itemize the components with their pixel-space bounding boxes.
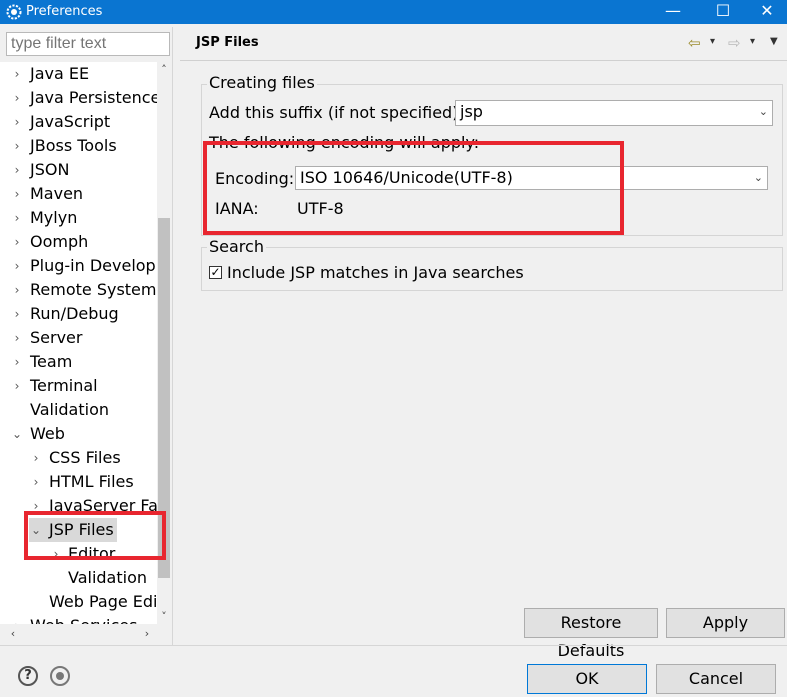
expand-icon[interactable]: › bbox=[11, 254, 23, 278]
include-jsp-checkbox[interactable]: ✓ bbox=[209, 266, 222, 279]
expand-icon[interactable]: › bbox=[11, 326, 23, 350]
expand-icon[interactable]: › bbox=[11, 302, 23, 326]
expand-icon[interactable]: › bbox=[11, 158, 23, 182]
tree-item-label: Oomph bbox=[30, 232, 89, 251]
title-bar[interactable]: Preferences — ☐ ✕ bbox=[0, 0, 787, 24]
expand-icon[interactable]: › bbox=[11, 182, 23, 206]
tree-item-label: Remote Systems bbox=[30, 280, 157, 299]
expand-icon[interactable]: › bbox=[11, 374, 23, 398]
tree-item-run-debug[interactable]: › Run/Debug bbox=[0, 302, 157, 326]
apply-button[interactable]: Apply bbox=[666, 608, 785, 638]
expand-icon[interactable]: › bbox=[11, 62, 23, 86]
help-icon[interactable]: ? bbox=[18, 666, 38, 686]
tree-item-validation[interactable]: Validation bbox=[0, 398, 157, 422]
tree-item-css-files[interactable]: › CSS Files bbox=[0, 446, 157, 470]
tree-item-label: Plug-in Development bbox=[30, 256, 157, 275]
restore-defaults-button[interactable]: Restore Defaults bbox=[524, 608, 658, 660]
header-separator bbox=[180, 60, 787, 61]
tree-item-label: JavaScript bbox=[30, 112, 111, 131]
expand-icon[interactable]: › bbox=[11, 206, 23, 230]
tree-item-remote-systems[interactable]: › Remote Systems bbox=[0, 278, 157, 302]
tree-item-label: JBoss Tools bbox=[30, 136, 117, 155]
tree-item-label: Validation bbox=[68, 568, 148, 587]
tree-item-label: Server bbox=[30, 328, 83, 347]
eclipse-gear-icon bbox=[6, 4, 22, 20]
expand-icon[interactable]: › bbox=[30, 470, 42, 494]
scroll-right-icon[interactable]: › bbox=[140, 626, 154, 642]
highlight-box-tree bbox=[24, 511, 166, 560]
tree-item-javascript[interactable]: › JavaScript bbox=[0, 110, 157, 134]
view-menu-icon[interactable]: ▼ bbox=[770, 36, 778, 47]
tree-item-web-page-editor[interactable]: Web Page Editor bbox=[0, 590, 157, 614]
tree-item-label: HTML Files bbox=[49, 472, 134, 491]
include-jsp-label[interactable]: Include JSP matches in Java searches bbox=[227, 263, 524, 283]
pane-divider[interactable] bbox=[172, 27, 173, 645]
tree-item-json[interactable]: › JSON bbox=[0, 158, 157, 182]
tree-item-oomph[interactable]: › Oomph bbox=[0, 230, 157, 254]
close-button[interactable]: ✕ bbox=[744, 0, 787, 24]
back-arrow-icon[interactable]: ⇦ bbox=[688, 34, 701, 52]
tree-item-web-services[interactable]: › Web Services bbox=[0, 614, 157, 624]
tree-item-label: Web Page Editor bbox=[49, 592, 157, 611]
tree-item-web[interactable]: ⌄ Web bbox=[0, 422, 157, 446]
tree-item-label: JSON bbox=[30, 160, 70, 179]
tree-item-maven[interactable]: › Maven bbox=[0, 182, 157, 206]
window-title: Preferences bbox=[26, 4, 103, 19]
expand-icon[interactable]: › bbox=[11, 110, 23, 134]
tree-item-label: Mylyn bbox=[30, 208, 78, 227]
tree-item-jboss-tools[interactable]: › JBoss Tools bbox=[0, 134, 157, 158]
tree-item-label: Maven bbox=[30, 184, 84, 203]
suffix-value: jsp bbox=[460, 102, 483, 121]
tree-item-java-persistence[interactable]: › Java Persistence bbox=[0, 86, 157, 110]
search-legend: Search bbox=[207, 237, 266, 257]
page-title: JSP Files bbox=[196, 35, 259, 50]
tree-item-label: Web Services bbox=[30, 614, 137, 624]
expand-icon[interactable]: › bbox=[11, 350, 23, 374]
tree-item-plug-in-development[interactable]: › Plug-in Development bbox=[0, 254, 157, 278]
suffix-label: Add this suffix (if not specified): bbox=[209, 103, 464, 122]
collapse-icon[interactable]: ⌄ bbox=[11, 422, 23, 446]
filter-input[interactable] bbox=[6, 32, 170, 56]
forward-arrow-icon[interactable]: ⇨ bbox=[728, 34, 741, 52]
minimize-button[interactable]: — bbox=[650, 0, 696, 24]
expand-icon[interactable]: › bbox=[30, 446, 42, 470]
forward-dropdown-icon[interactable]: ▾ bbox=[750, 36, 755, 47]
tree-item-mylyn[interactable]: › Mylyn bbox=[0, 206, 157, 230]
scroll-left-icon[interactable]: ‹ bbox=[6, 626, 20, 642]
expand-icon[interactable]: › bbox=[11, 230, 23, 254]
footer-separator bbox=[0, 645, 787, 646]
expand-icon[interactable]: › bbox=[11, 278, 23, 302]
import-export-icon[interactable] bbox=[50, 666, 70, 686]
tree-item-java-ee[interactable]: › Java EE bbox=[0, 62, 157, 86]
scroll-down-icon[interactable]: ˅ bbox=[157, 609, 171, 625]
tree-horizontal-scrollbar[interactable] bbox=[0, 625, 157, 641]
suffix-combo[interactable]: jsp ⌄ bbox=[455, 100, 773, 126]
expand-icon[interactable]: › bbox=[11, 134, 23, 158]
scroll-up-icon[interactable]: ˄ bbox=[157, 62, 171, 78]
chevron-down-icon[interactable]: ⌄ bbox=[759, 101, 768, 123]
tree-item-jsp-validation[interactable]: Validation bbox=[0, 566, 157, 590]
tree-item-label: Team bbox=[30, 352, 73, 371]
tree-item-label: Java Persistence bbox=[30, 88, 157, 107]
tree-item-label: Web bbox=[30, 424, 65, 443]
tree-item-label: Java EE bbox=[30, 64, 90, 83]
creating-files-legend: Creating files bbox=[207, 73, 317, 93]
expand-icon[interactable]: › bbox=[11, 86, 23, 110]
tree-item-server[interactable]: › Server bbox=[0, 326, 157, 350]
tree-item-label: Run/Debug bbox=[30, 304, 119, 323]
tree-item-html-files[interactable]: › HTML Files bbox=[0, 470, 157, 494]
maximize-button[interactable]: ☐ bbox=[700, 0, 746, 24]
chevron-down-icon[interactable]: ⌄ bbox=[754, 167, 763, 189]
tree-item-terminal[interactable]: › Terminal bbox=[0, 374, 157, 398]
expand-icon[interactable]: › bbox=[11, 614, 23, 624]
cancel-button[interactable]: Cancel bbox=[656, 664, 776, 694]
tree-item-label: CSS Files bbox=[49, 448, 121, 467]
tree-item-team[interactable]: › Team bbox=[0, 350, 157, 374]
highlight-box-encoding bbox=[203, 141, 624, 235]
tree-item-label: Terminal bbox=[30, 376, 98, 395]
back-dropdown-icon[interactable]: ▾ bbox=[710, 36, 715, 47]
tree-item-label: Validation bbox=[30, 400, 110, 419]
ok-button[interactable]: OK bbox=[527, 664, 647, 694]
